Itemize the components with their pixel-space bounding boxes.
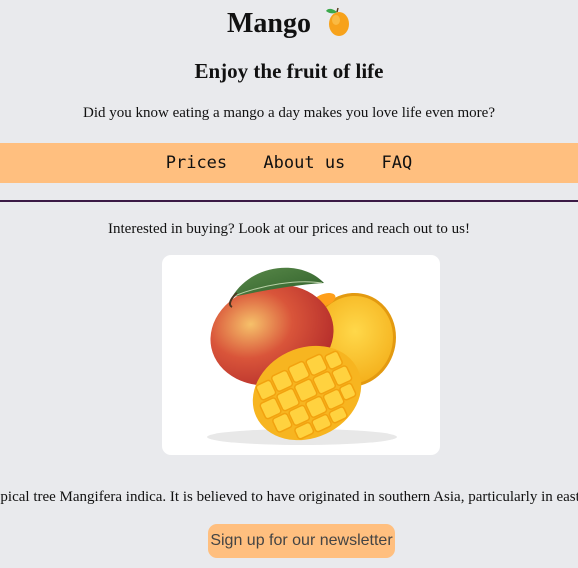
nav-link-about-us[interactable]: About us [263,153,345,173]
newsletter-signup-button[interactable]: Sign up for our newsletter [208,524,395,558]
header: Mango [0,4,578,44]
tagline: Did you know eating a mango a day makes … [83,105,495,121]
interest-text: Interested in buying? Look at our prices… [108,221,470,237]
page-subtitle: Enjoy the fruit of life [194,59,384,83]
mango-illustration [207,267,397,445]
page-title: Mango [227,8,311,39]
divider [0,200,578,202]
main-nav: Prices About us FAQ [0,143,578,183]
nav-link-prices[interactable]: Prices [166,153,227,173]
mango-image [162,255,440,455]
mango-emoji-icon [326,7,349,36]
mango-fact-text: A mango is an edible stone fruit produce… [0,489,578,505]
nav-link-faq[interactable]: FAQ [382,153,413,173]
